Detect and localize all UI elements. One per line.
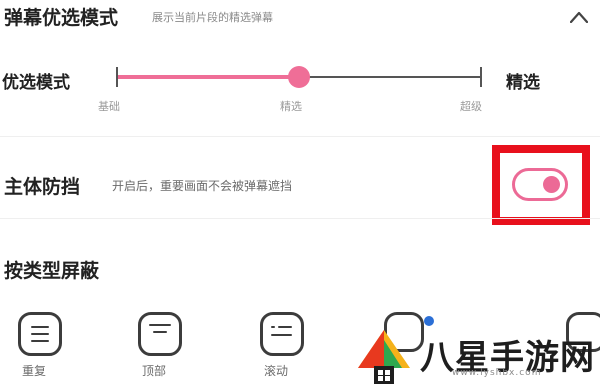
block-scroll-button[interactable] xyxy=(260,312,304,356)
mode-label-right: 精选 xyxy=(506,73,540,93)
slider-tick-start xyxy=(116,67,118,87)
block-repeat-button[interactable] xyxy=(18,312,62,356)
divider xyxy=(0,218,600,219)
level-label-basic: 基础 xyxy=(98,100,120,113)
subject-shield-toggle[interactable] xyxy=(512,168,568,201)
scroll-icon xyxy=(271,326,275,328)
list-icon xyxy=(31,326,49,328)
block-by-type-title: 按类型屏蔽 xyxy=(4,260,100,282)
block-top-label: 顶部 xyxy=(142,364,167,378)
toggle-knob xyxy=(543,176,560,193)
level-label-selected: 精选 xyxy=(280,100,302,113)
scroll-icon-line xyxy=(278,326,292,328)
slider-track-fill xyxy=(116,75,299,79)
site-logo xyxy=(352,326,416,386)
mode-label-left: 优选模式 xyxy=(2,73,70,93)
list-icon-line xyxy=(31,333,49,335)
watermark-url: www.lyshbx.com xyxy=(452,368,542,378)
priority-level-slider[interactable] xyxy=(116,66,482,88)
list-icon-line xyxy=(31,340,49,342)
subject-shield-title: 主体防挡 xyxy=(4,176,81,198)
block-scroll-label: 滚动 xyxy=(264,364,289,378)
block-repeat-label: 重复 xyxy=(22,364,47,378)
slider-thumb[interactable] xyxy=(288,66,310,88)
divider xyxy=(0,136,600,137)
collapse-chevron-up-icon[interactable] xyxy=(569,8,589,24)
scroll-icon-line xyxy=(271,334,292,336)
section-title-priority-mode: 弹幕优选模式 xyxy=(4,7,119,29)
level-label-super: 超级 xyxy=(460,100,482,113)
notification-dot xyxy=(424,316,434,326)
top-icon xyxy=(149,324,171,326)
subject-shield-description: 开启后，重要画面不会被弹幕遮挡 xyxy=(112,179,293,193)
top-icon-line xyxy=(153,331,167,333)
section-subtitle-priority-mode: 展示当前片段的精选弹幕 xyxy=(152,11,273,24)
block-top-button[interactable] xyxy=(138,312,182,356)
slider-tick-end xyxy=(480,67,482,87)
